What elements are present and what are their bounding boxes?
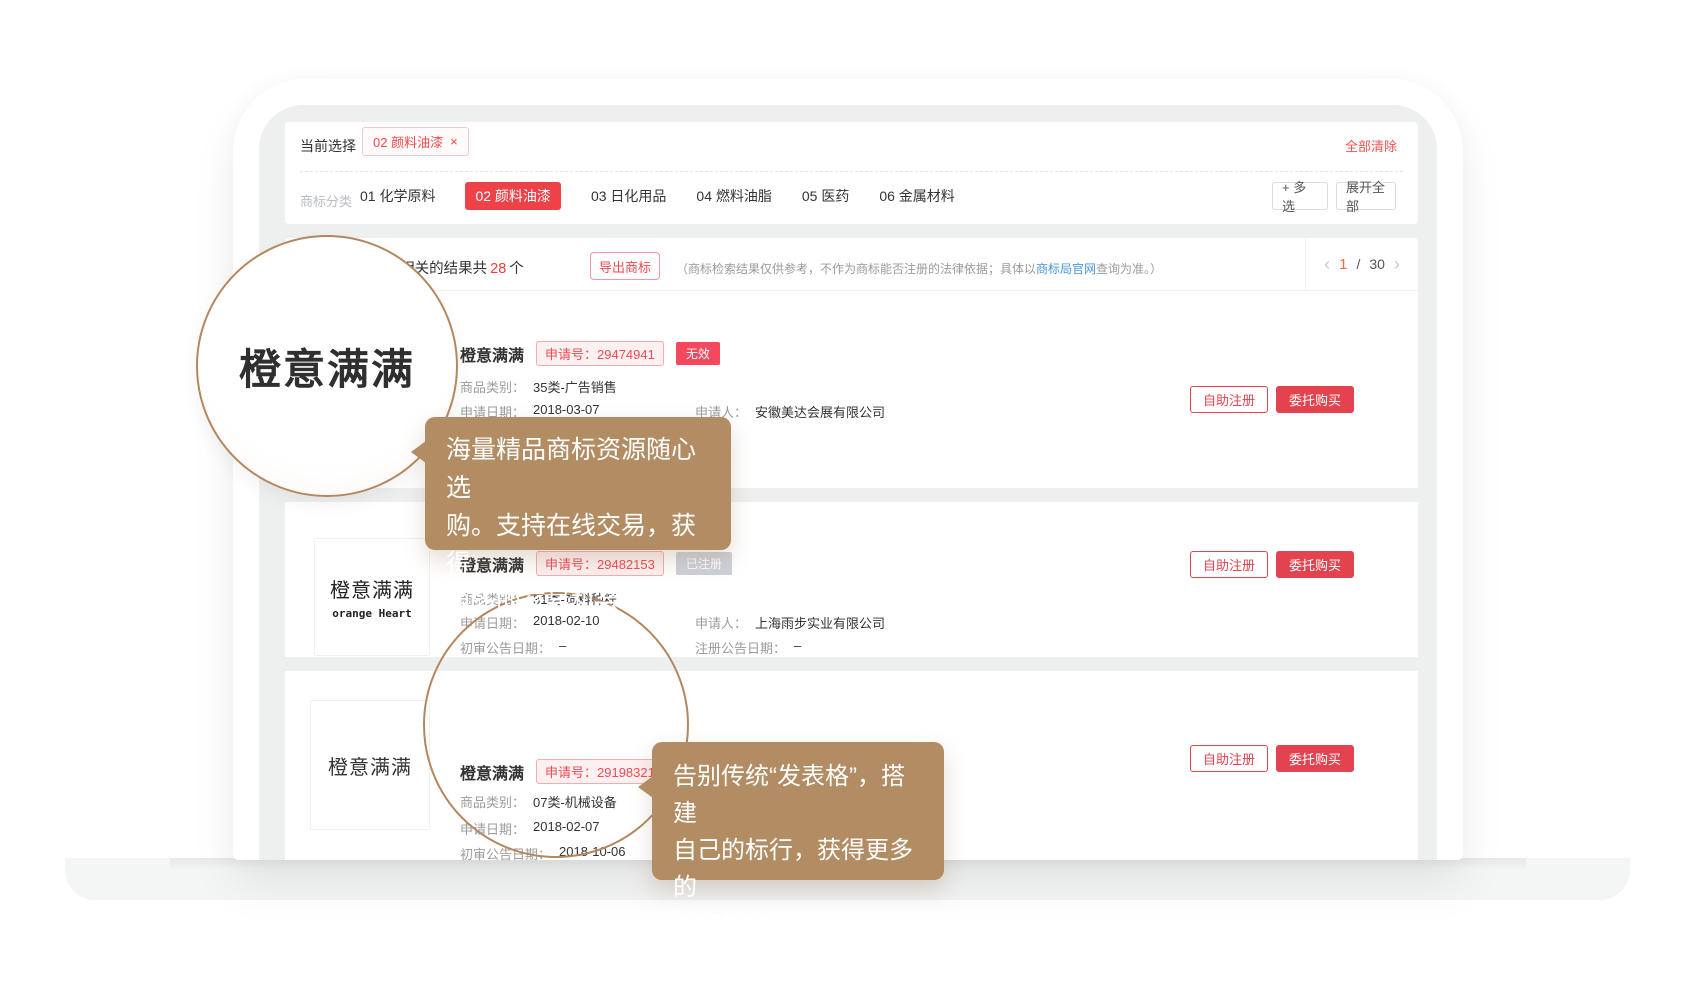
results-header-divider xyxy=(285,290,1418,291)
trademark-name[interactable]: 橙意满满 xyxy=(460,342,524,366)
callout-line: 推广机会 xyxy=(673,906,923,943)
bubble-tail xyxy=(638,776,653,798)
disclaimer-prefix: （商标检索结果仅供参考，不作为商标能否注册的法律依据；具体以 xyxy=(676,262,1036,276)
export-trademarks-button[interactable]: 导出商标 xyxy=(590,252,660,280)
expand-all-button[interactable]: 展开全部 xyxy=(1336,182,1396,210)
next-page-icon[interactable]: › xyxy=(1394,255,1400,273)
callout-line: 自己的标行，获得更多的 xyxy=(673,832,923,906)
callout-line: 购。支持在线交易，获得 xyxy=(446,507,710,583)
table-row-title: 橙意满满 申请号：29474941 无效 xyxy=(460,341,720,366)
field-value: 35类-广告销售 xyxy=(533,377,617,396)
filter-divider xyxy=(300,171,1403,172)
disclaimer-suffix: 查询为准。） xyxy=(1096,262,1162,276)
application-number-tag: 申请号：29474941 xyxy=(536,341,664,366)
callout-line: 海量精品商标资源随心选 xyxy=(446,431,710,507)
field-applicant: 申请人： 上海雨步实业有限公司 xyxy=(695,613,885,632)
callout-bubble-marketplace: 海量精品商标资源随心选 购。支持在线交易，获得 更多的交易机会 xyxy=(425,417,731,550)
pagination: ‹ 1 / 30 › xyxy=(1305,238,1418,290)
entrust-buy-button[interactable]: 委托购买 xyxy=(1276,551,1354,578)
entrust-buy-button[interactable]: 委托购买 xyxy=(1276,386,1354,413)
magnified-trademark-text: 橙意满满 xyxy=(239,336,415,397)
current-selection-label: 当前选择 xyxy=(300,136,356,156)
callout-line: 告别传统“发表格”，搭建 xyxy=(673,758,923,832)
category-item-05[interactable]: 05 医药 xyxy=(802,186,849,206)
entrust-buy-button[interactable]: 委托购买 xyxy=(1276,745,1354,772)
field-value: 上海雨步实业有限公司 xyxy=(755,613,885,632)
callout-line: 更多的交易机会 xyxy=(446,583,710,621)
results-disclaimer: （商标检索结果仅供参考，不作为商标能否注册的法律依据；具体以商标局官网查询为准。… xyxy=(676,260,1162,277)
magnifier-lens-ring xyxy=(423,592,689,858)
page: 当前选择 02 颜料油漆 × 全部清除 商标分类 01 化学原料 02 颜料油漆… xyxy=(0,0,1696,1002)
field-value: 安徽美达会展有限公司 xyxy=(755,402,885,421)
tile-trademark-text: 橙意满满 xyxy=(328,751,412,780)
selected-filter-chip[interactable]: 02 颜料油漆 × xyxy=(362,127,469,156)
field-label: 注册公告日期： xyxy=(695,638,786,657)
total-pages: 30 xyxy=(1369,256,1385,272)
category-item-01[interactable]: 01 化学原料 xyxy=(360,186,435,206)
status-badge: 无效 xyxy=(676,342,720,365)
self-register-button[interactable]: 自助注册 xyxy=(1190,551,1268,578)
field-label: 商品类别： xyxy=(460,377,525,396)
multi-select-button[interactable]: + 多选 xyxy=(1272,182,1328,210)
tile-trademark-text: 橙意满满 xyxy=(330,574,414,603)
callout-bubble-promotion: 告别传统“发表格”，搭建 自己的标行，获得更多的 推广机会 xyxy=(652,742,944,880)
trademark-office-link[interactable]: 商标局官网 xyxy=(1036,262,1096,276)
results-summary-unit: 个 xyxy=(509,261,524,277)
category-label: 商标分类 xyxy=(300,191,352,210)
selected-filter-chip-label: 02 颜料油漆 xyxy=(373,132,443,151)
field-category: 商品类别： 35类-广告销售 xyxy=(460,377,617,396)
trademark-image-tile[interactable]: 橙意满满 orange Heart xyxy=(314,538,430,656)
field-reg-notice-date: 注册公告日期： – xyxy=(695,638,801,657)
category-item-02-active[interactable]: 02 颜料油漆 xyxy=(465,182,560,210)
trademark-image-tile[interactable]: 橙意满满 xyxy=(310,700,430,830)
category-item-03[interactable]: 03 日化用品 xyxy=(591,186,666,206)
tile-trademark-subtext: orange Heart xyxy=(332,607,411,620)
category-item-04[interactable]: 04 燃料油脂 xyxy=(696,186,771,206)
bubble-tail xyxy=(411,441,426,463)
clear-all-link[interactable]: 全部清除 xyxy=(1345,136,1397,155)
page-separator: / xyxy=(1356,256,1360,272)
category-item-06[interactable]: 06 金属材料 xyxy=(879,186,954,206)
results-count: 28 xyxy=(487,261,509,277)
field-value: – xyxy=(794,638,801,657)
current-page: 1 xyxy=(1339,256,1347,273)
self-register-button[interactable]: 自助注册 xyxy=(1190,386,1268,413)
prev-page-icon[interactable]: ‹ xyxy=(1324,255,1330,273)
chip-close-icon[interactable]: × xyxy=(450,134,458,149)
self-register-button[interactable]: 自助注册 xyxy=(1190,745,1268,772)
category-list: 01 化学原料 02 颜料油漆 03 日化用品 04 燃料油脂 05 医药 06… xyxy=(360,183,955,209)
